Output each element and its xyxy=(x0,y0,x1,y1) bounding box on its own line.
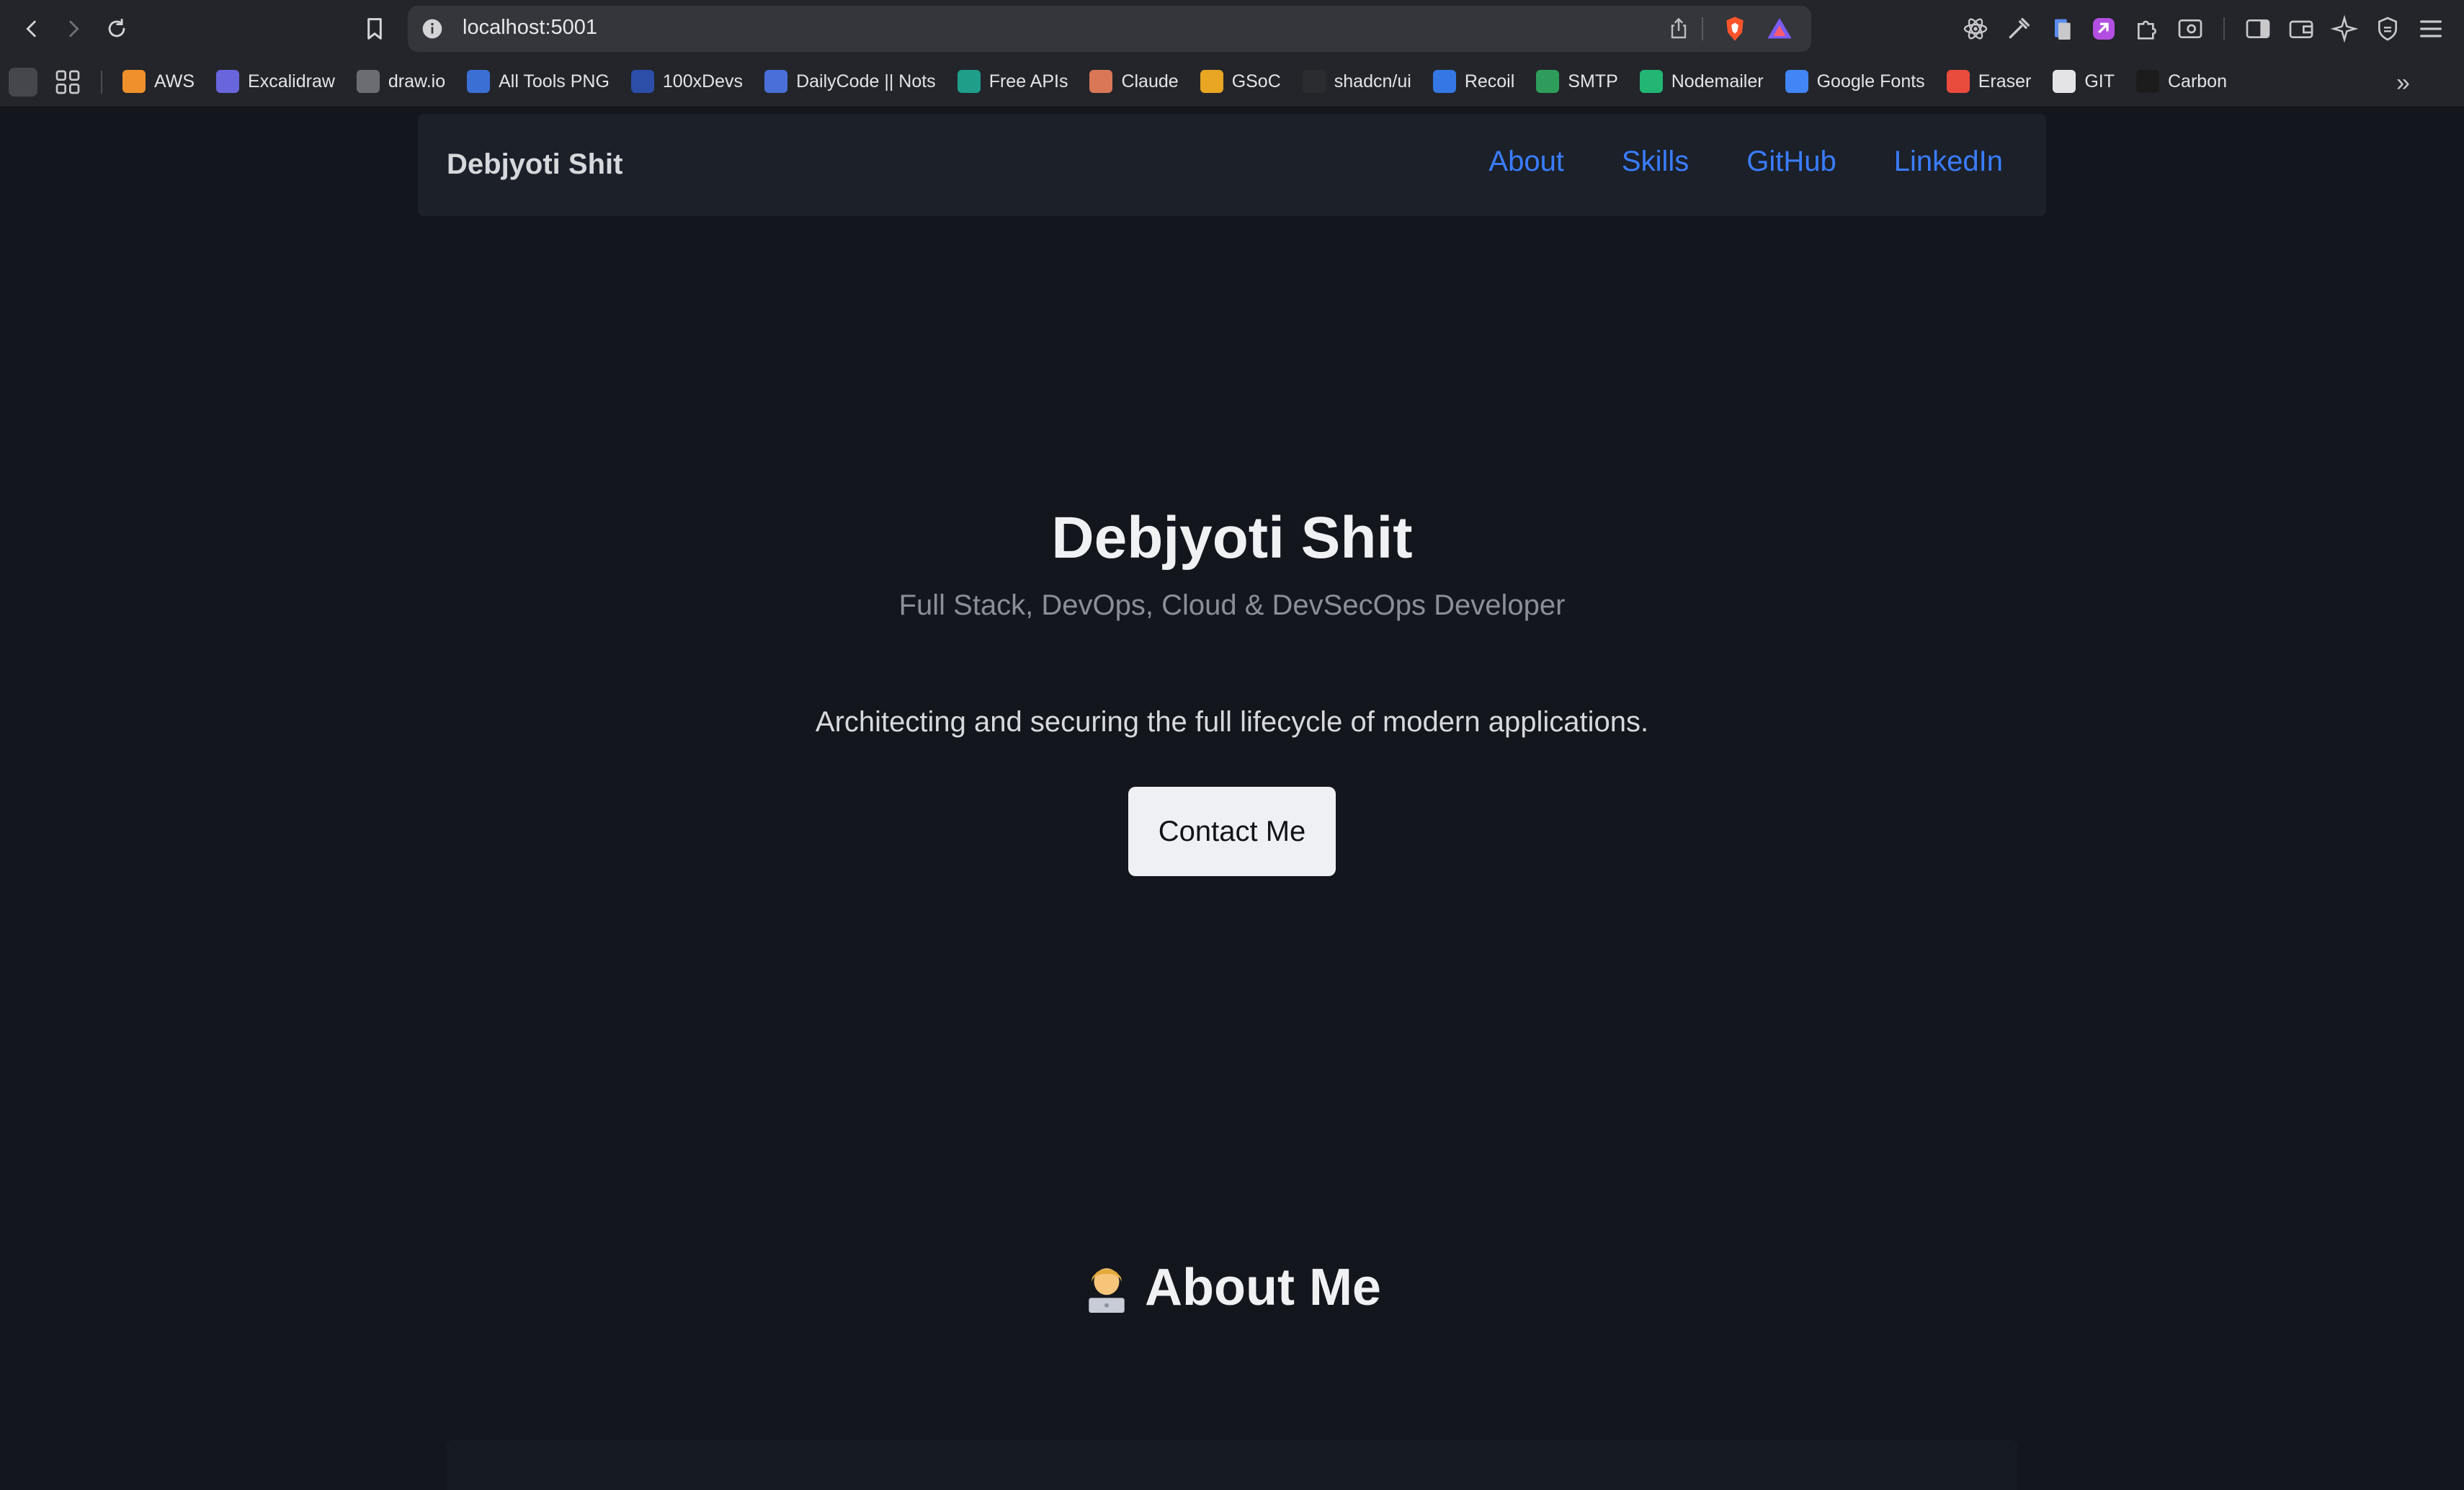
bookmark-item[interactable]: DailyCode || Nots xyxy=(764,65,936,98)
react-devtools-icon[interactable] xyxy=(1961,14,1990,43)
bookmark-label: SMTP xyxy=(1568,71,1618,92)
nav-link-about[interactable]: About xyxy=(1488,146,1564,178)
bookmark-item[interactable]: Carbon xyxy=(2136,65,2227,98)
github-icon xyxy=(2053,70,2076,93)
bookmark-folder-icon[interactable] xyxy=(9,68,37,97)
bookmark-label: Google Fonts xyxy=(1816,71,1925,92)
bookmark-item[interactable]: GIT xyxy=(2053,65,2115,98)
reload-icon xyxy=(108,18,125,37)
bookmark-label: Claude xyxy=(1121,71,1179,92)
hero-subtitle: Full Stack, DevOps, Cloud & DevSecOps De… xyxy=(898,589,1566,621)
brave-rewards-icon[interactable] xyxy=(1765,14,1794,43)
share-icon[interactable] xyxy=(1666,16,1692,42)
alltools-icon xyxy=(467,70,491,93)
site-navbar: Debjyoti Shit About Skills GitHub Linked… xyxy=(418,114,2046,216)
bookmark-item[interactable]: All Tools PNG xyxy=(467,65,610,98)
hero-name: Debjyoti Shit xyxy=(1051,505,1413,571)
technologist-emoji-icon xyxy=(1089,1268,1125,1313)
extension-purple-icon[interactable] xyxy=(2089,14,2118,43)
bookmark-item[interactable]: Recoil xyxy=(1432,65,1515,98)
wallet-icon[interactable] xyxy=(2287,14,2316,43)
bookmark-item[interactable]: Nodemailer xyxy=(1639,65,1764,98)
bookmark-label: GSoC xyxy=(1231,71,1281,92)
bookmark-item[interactable]: AWS xyxy=(122,65,195,98)
nav-link-github[interactable]: GitHub xyxy=(1746,146,1836,178)
contact-me-button[interactable]: Contact Me xyxy=(1128,787,1336,876)
bookmark-item[interactable]: Claude xyxy=(1089,65,1179,98)
bookmark-label: draw.io xyxy=(388,71,446,92)
extensions-puzzle-icon[interactable] xyxy=(2133,14,2161,43)
browser-toolbar: localhost:5001 xyxy=(0,0,2464,58)
vpn-shield-icon[interactable] xyxy=(2373,14,2402,43)
bookmark-item[interactable]: Excalidraw xyxy=(216,65,335,98)
brave-shields-icon[interactable] xyxy=(1720,14,1749,43)
googlefonts-icon xyxy=(1785,70,1808,93)
bookmark-item[interactable]: GSoC xyxy=(1200,65,1281,98)
nav-link-linkedin[interactable]: LinkedIn xyxy=(1894,146,2003,178)
bookmark-label: DailyCode || Nots xyxy=(796,71,936,92)
bookmark-item[interactable]: Eraser xyxy=(1946,65,2032,98)
apps-grid-icon[interactable] xyxy=(53,68,82,97)
menu-icon[interactable] xyxy=(2416,14,2445,43)
bookmark-label: GIT xyxy=(2084,71,2115,92)
smtp-icon xyxy=(1536,70,1560,93)
about-heading: About Me xyxy=(0,1258,2464,1317)
eraser-icon xyxy=(1946,70,1970,93)
back-button[interactable] xyxy=(13,10,50,48)
freeapis-icon xyxy=(957,70,981,93)
bookmarks-list: AWS Excalidraw draw.io All Tools PNG 100xDev… xyxy=(122,65,2249,98)
color-picker-icon[interactable] xyxy=(2004,14,2033,43)
reload-button[interactable] xyxy=(98,10,135,48)
drawio-icon xyxy=(356,70,380,93)
nodemailer-icon xyxy=(1639,70,1663,93)
bookmark-item[interactable]: 100xDevs xyxy=(630,65,744,98)
bookmark-label: Free APIs xyxy=(988,71,1068,92)
nav-links: About Skills GitHub LinkedIn xyxy=(1431,146,2003,178)
bookmark-label: AWS xyxy=(154,71,195,92)
bookmarks-separator xyxy=(101,71,102,94)
recoil-icon xyxy=(1432,70,1456,93)
bookmark-icon[interactable] xyxy=(360,14,389,43)
excalidraw-icon xyxy=(216,70,240,93)
bookmark-label: shadcn/ui xyxy=(1334,71,1411,92)
aws-icon xyxy=(122,70,146,93)
bookmark-item[interactable]: Google Fonts xyxy=(1785,65,1925,98)
bookmark-label: Carbon xyxy=(2168,71,2227,92)
carbon-icon xyxy=(2136,70,2159,93)
dailycode-icon xyxy=(764,70,788,93)
address-bar[interactable]: localhost:5001 xyxy=(408,6,1811,52)
claude-icon xyxy=(1089,70,1113,93)
hero-tagline: Architecting and securing the full lifec… xyxy=(815,706,1649,738)
bookmark-label: Eraser xyxy=(1978,71,2032,92)
sidebar-toggle-icon[interactable] xyxy=(2244,14,2272,43)
address-divider xyxy=(1702,17,1703,40)
shadcn-icon xyxy=(1302,70,1326,93)
bookmark-label: All Tools PNG xyxy=(499,71,610,92)
site-brand[interactable]: Debjyoti Shit xyxy=(447,148,622,181)
nav-link-skills[interactable]: Skills xyxy=(1622,146,1689,178)
leo-ai-icon[interactable] xyxy=(2330,14,2359,43)
bookmark-label: Nodemailer xyxy=(1671,71,1764,92)
extension-docs-icon[interactable] xyxy=(2048,14,2076,43)
toolbar-divider xyxy=(2223,17,2225,40)
about-heading-text: About Me xyxy=(1145,1259,1381,1316)
bookmark-item[interactable]: SMTP xyxy=(1536,65,1618,98)
forward-arrow-icon xyxy=(69,20,79,37)
bookmark-item[interactable]: draw.io xyxy=(356,65,446,98)
gsoc-icon xyxy=(1200,70,1223,93)
screenshot-icon[interactable] xyxy=(2176,14,2205,43)
100xdevs-icon xyxy=(630,70,654,93)
url-text[interactable]: localhost:5001 xyxy=(463,16,597,40)
bookmark-label: Recoil xyxy=(1464,71,1515,92)
bookmark-item[interactable]: shadcn/ui xyxy=(1302,65,1411,98)
back-arrow-icon xyxy=(26,20,36,37)
bookmark-label: 100xDevs xyxy=(662,71,744,92)
bookmark-label: Excalidraw xyxy=(248,71,335,92)
more-bookmarks-chevron-icon[interactable]: » xyxy=(2396,69,2425,97)
forward-button[interactable] xyxy=(55,10,92,48)
bookmark-item[interactable]: Free APIs xyxy=(957,65,1068,98)
info-icon[interactable] xyxy=(421,17,444,40)
